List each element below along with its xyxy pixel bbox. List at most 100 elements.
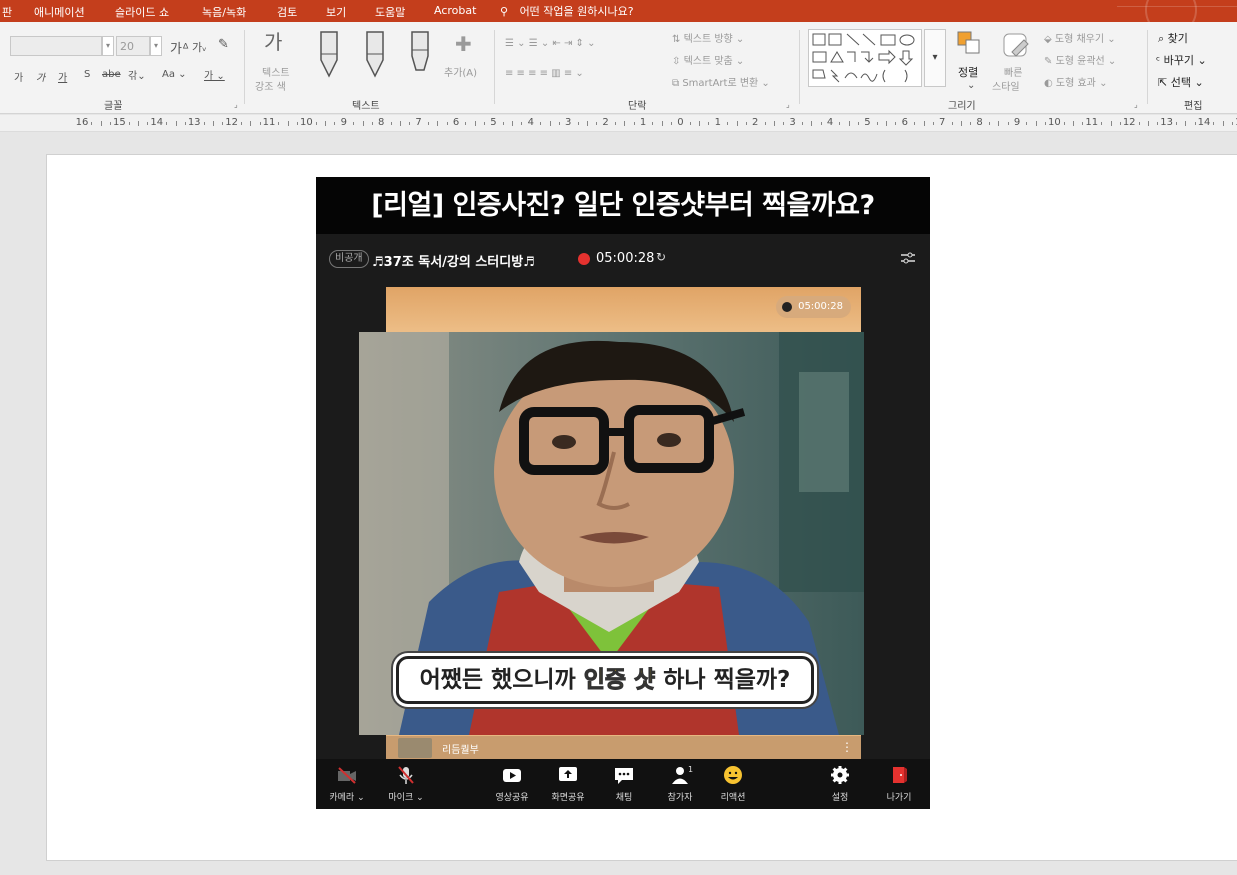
font-dialog-launcher-icon[interactable]: ⌟ — [234, 100, 238, 109]
underline-icon[interactable]: 가 — [58, 69, 67, 84]
smartart-button[interactable]: ⧉ SmartArt로 변환 ⌄ — [672, 74, 770, 89]
tab-acrobat[interactable]: Acrobat — [434, 4, 476, 17]
participants-button[interactable]: 1 참가자 — [652, 765, 708, 803]
ruler-tick — [474, 121, 476, 126]
add-pen-icon[interactable]: ✚ — [455, 32, 472, 56]
leave-label: 나가기 — [886, 793, 912, 803]
ruler-tick — [708, 122, 710, 125]
align-icons[interactable]: ≡ ≡ ≡ ≡ ▥ ≡ ⌄ — [505, 68, 584, 79]
arrange-button[interactable]: 정렬 — [958, 64, 978, 80]
ruler-tick — [801, 122, 803, 125]
chat-button[interactable]: 채팅 — [596, 765, 652, 803]
ruler-tick — [166, 122, 168, 125]
grow-font-icon[interactable]: 가ᐞ — [170, 38, 189, 57]
editing-group-label: 편집 — [1184, 101, 1203, 112]
quick-styles-label-2[interactable]: 스타일 — [992, 78, 1020, 93]
shrink-font-icon[interactable]: 가ᵥ — [192, 39, 207, 55]
tab-slideshow[interactable]: 슬라이드 쇼 — [115, 4, 169, 20]
text-highlight-label-2: 강조 색 — [255, 82, 286, 93]
tell-me-search[interactable]: ⚲ 어떤 작업을 원하시나요? — [500, 3, 634, 19]
camera-label: 카메라 ⌄ — [329, 793, 365, 803]
tab-help[interactable]: 도움말 — [375, 4, 405, 20]
font-name-dropdown[interactable]: ▾ — [102, 36, 114, 56]
lightbulb-icon: ⚲ — [500, 5, 509, 18]
tab-animations[interactable]: 애니메이션 — [34, 4, 85, 20]
font-size-box[interactable]: 20 — [116, 36, 150, 56]
ruler-label: 13 — [187, 117, 201, 128]
ruler-label: 2 — [752, 117, 759, 128]
shape-outline-label: 도형 윤곽선 — [1055, 56, 1105, 67]
share-screen-button[interactable]: 화면공유 — [540, 765, 596, 803]
separator — [494, 30, 495, 104]
text-group-label: 텍스트 — [352, 101, 380, 112]
text-highlight-icon[interactable]: 가 — [264, 26, 282, 55]
ruler-tick — [932, 122, 934, 125]
ruler-tick — [250, 121, 252, 126]
strikethrough-icon[interactable]: abe — [102, 69, 121, 80]
italic-icon[interactable]: 가 — [36, 69, 45, 84]
bullets-icon[interactable]: ☰ ⌄ ☰ ⌄ ⇤ ⇥ ⇕ ⌄ — [505, 38, 595, 49]
char-spacing-icon[interactable]: 갂⌄ — [128, 67, 146, 82]
text-direction-button[interactable]: ⇅ 텍스트 방향 ⌄ — [672, 30, 744, 45]
ruler-label: 1 — [714, 117, 721, 128]
highlighter-icon[interactable] — [410, 30, 430, 78]
clear-format-icon[interactable]: ✎ — [218, 37, 229, 52]
camera-button[interactable]: 카메라 ⌄ — [319, 765, 375, 803]
reaction-button[interactable]: 리액션 — [705, 765, 761, 803]
tab-view[interactable]: 보기 — [326, 4, 346, 20]
shape-outline-button[interactable]: ✎ 도형 윤곽선 ⌄ — [1044, 52, 1116, 67]
subtitle-caption: 어쨌든 했으니까 인증 샷 하나 찍을까? — [396, 656, 814, 704]
ruler-label: 0 — [677, 117, 684, 128]
ruler-tick — [614, 122, 616, 125]
share-video-label: 영상공유 — [495, 793, 529, 803]
select-button[interactable]: ⇱ 선택 ⌄ — [1158, 74, 1204, 90]
ruler-tick — [811, 121, 813, 126]
ruler-tick — [110, 122, 112, 125]
leave-button[interactable]: 나가기 — [871, 765, 927, 803]
drawing-dialog-launcher-icon[interactable]: ⌟ — [1134, 100, 1138, 109]
font-name-box[interactable] — [10, 36, 102, 56]
shape-effects-label: 도형 효과 — [1055, 78, 1096, 89]
subtitle-pre: 어쨌든 했으니까 — [419, 667, 576, 693]
tab-review[interactable]: 검토 — [277, 4, 297, 20]
ruler-label: 9 — [1013, 117, 1021, 128]
replace-icon: ᶜ — [1156, 54, 1161, 67]
shape-effects-button[interactable]: ◐ 도형 효과 ⌄ — [1044, 74, 1107, 89]
align-text-button[interactable]: ⇳ 텍스트 맞춤 ⌄ — [672, 52, 744, 67]
ruler-label: 12 — [1122, 117, 1136, 128]
slide-image-video[interactable]: [리얼] 인증사진? 일단 인증샷부터 찍을까요? 비공개 ♬37조 독서/강의… — [316, 177, 930, 809]
shapes-gallery-more-button[interactable]: ▾ — [924, 29, 946, 87]
ruler-tick — [970, 122, 972, 125]
tab-partial[interactable]: 판 — [2, 4, 12, 20]
ruler-tick — [465, 122, 467, 125]
shape-fill-button[interactable]: ⬙ 도형 채우기 ⌄ — [1044, 30, 1116, 45]
shadow-icon[interactable]: S — [84, 69, 90, 80]
ruler-tick — [960, 121, 962, 126]
find-button[interactable]: ⌕ 찾기 — [1158, 30, 1188, 46]
paragraph-dialog-launcher-icon[interactable]: ⌟ — [786, 100, 790, 109]
share-video-button[interactable]: 영상공유 — [484, 765, 540, 803]
ruler-tick — [91, 122, 93, 125]
ruler-tick — [577, 122, 579, 125]
settings-button[interactable]: 설정 — [812, 765, 868, 803]
separator — [799, 30, 800, 104]
replace-button[interactable]: ᶜ 바꾸기 ⌄ — [1156, 52, 1207, 68]
ruler-tick — [1110, 121, 1112, 126]
change-case-icon[interactable]: Aa ⌄ — [162, 69, 187, 80]
drawing-group-label: 그리기 — [948, 101, 976, 112]
font-size-dropdown[interactable]: ▾ — [150, 36, 162, 56]
tab-record[interactable]: 녹음/녹화 — [202, 4, 246, 20]
mic-button[interactable]: 마이크 ⌄ — [378, 765, 434, 803]
font-color-icon[interactable]: 가 ⌄ — [204, 67, 225, 82]
ruler-tick — [409, 122, 411, 125]
pen-2-icon[interactable] — [365, 30, 385, 78]
bold-icon[interactable]: 가 — [14, 69, 23, 84]
ruler-tick — [1157, 122, 1159, 125]
separator — [1147, 30, 1148, 104]
shapes-gallery[interactable] — [808, 29, 922, 87]
ruler-tick — [502, 122, 504, 125]
pen-1-icon[interactable] — [319, 30, 339, 78]
ruler-tick — [334, 122, 336, 125]
ruler-label: 5 — [864, 117, 871, 128]
ruler-tick — [1175, 122, 1177, 125]
